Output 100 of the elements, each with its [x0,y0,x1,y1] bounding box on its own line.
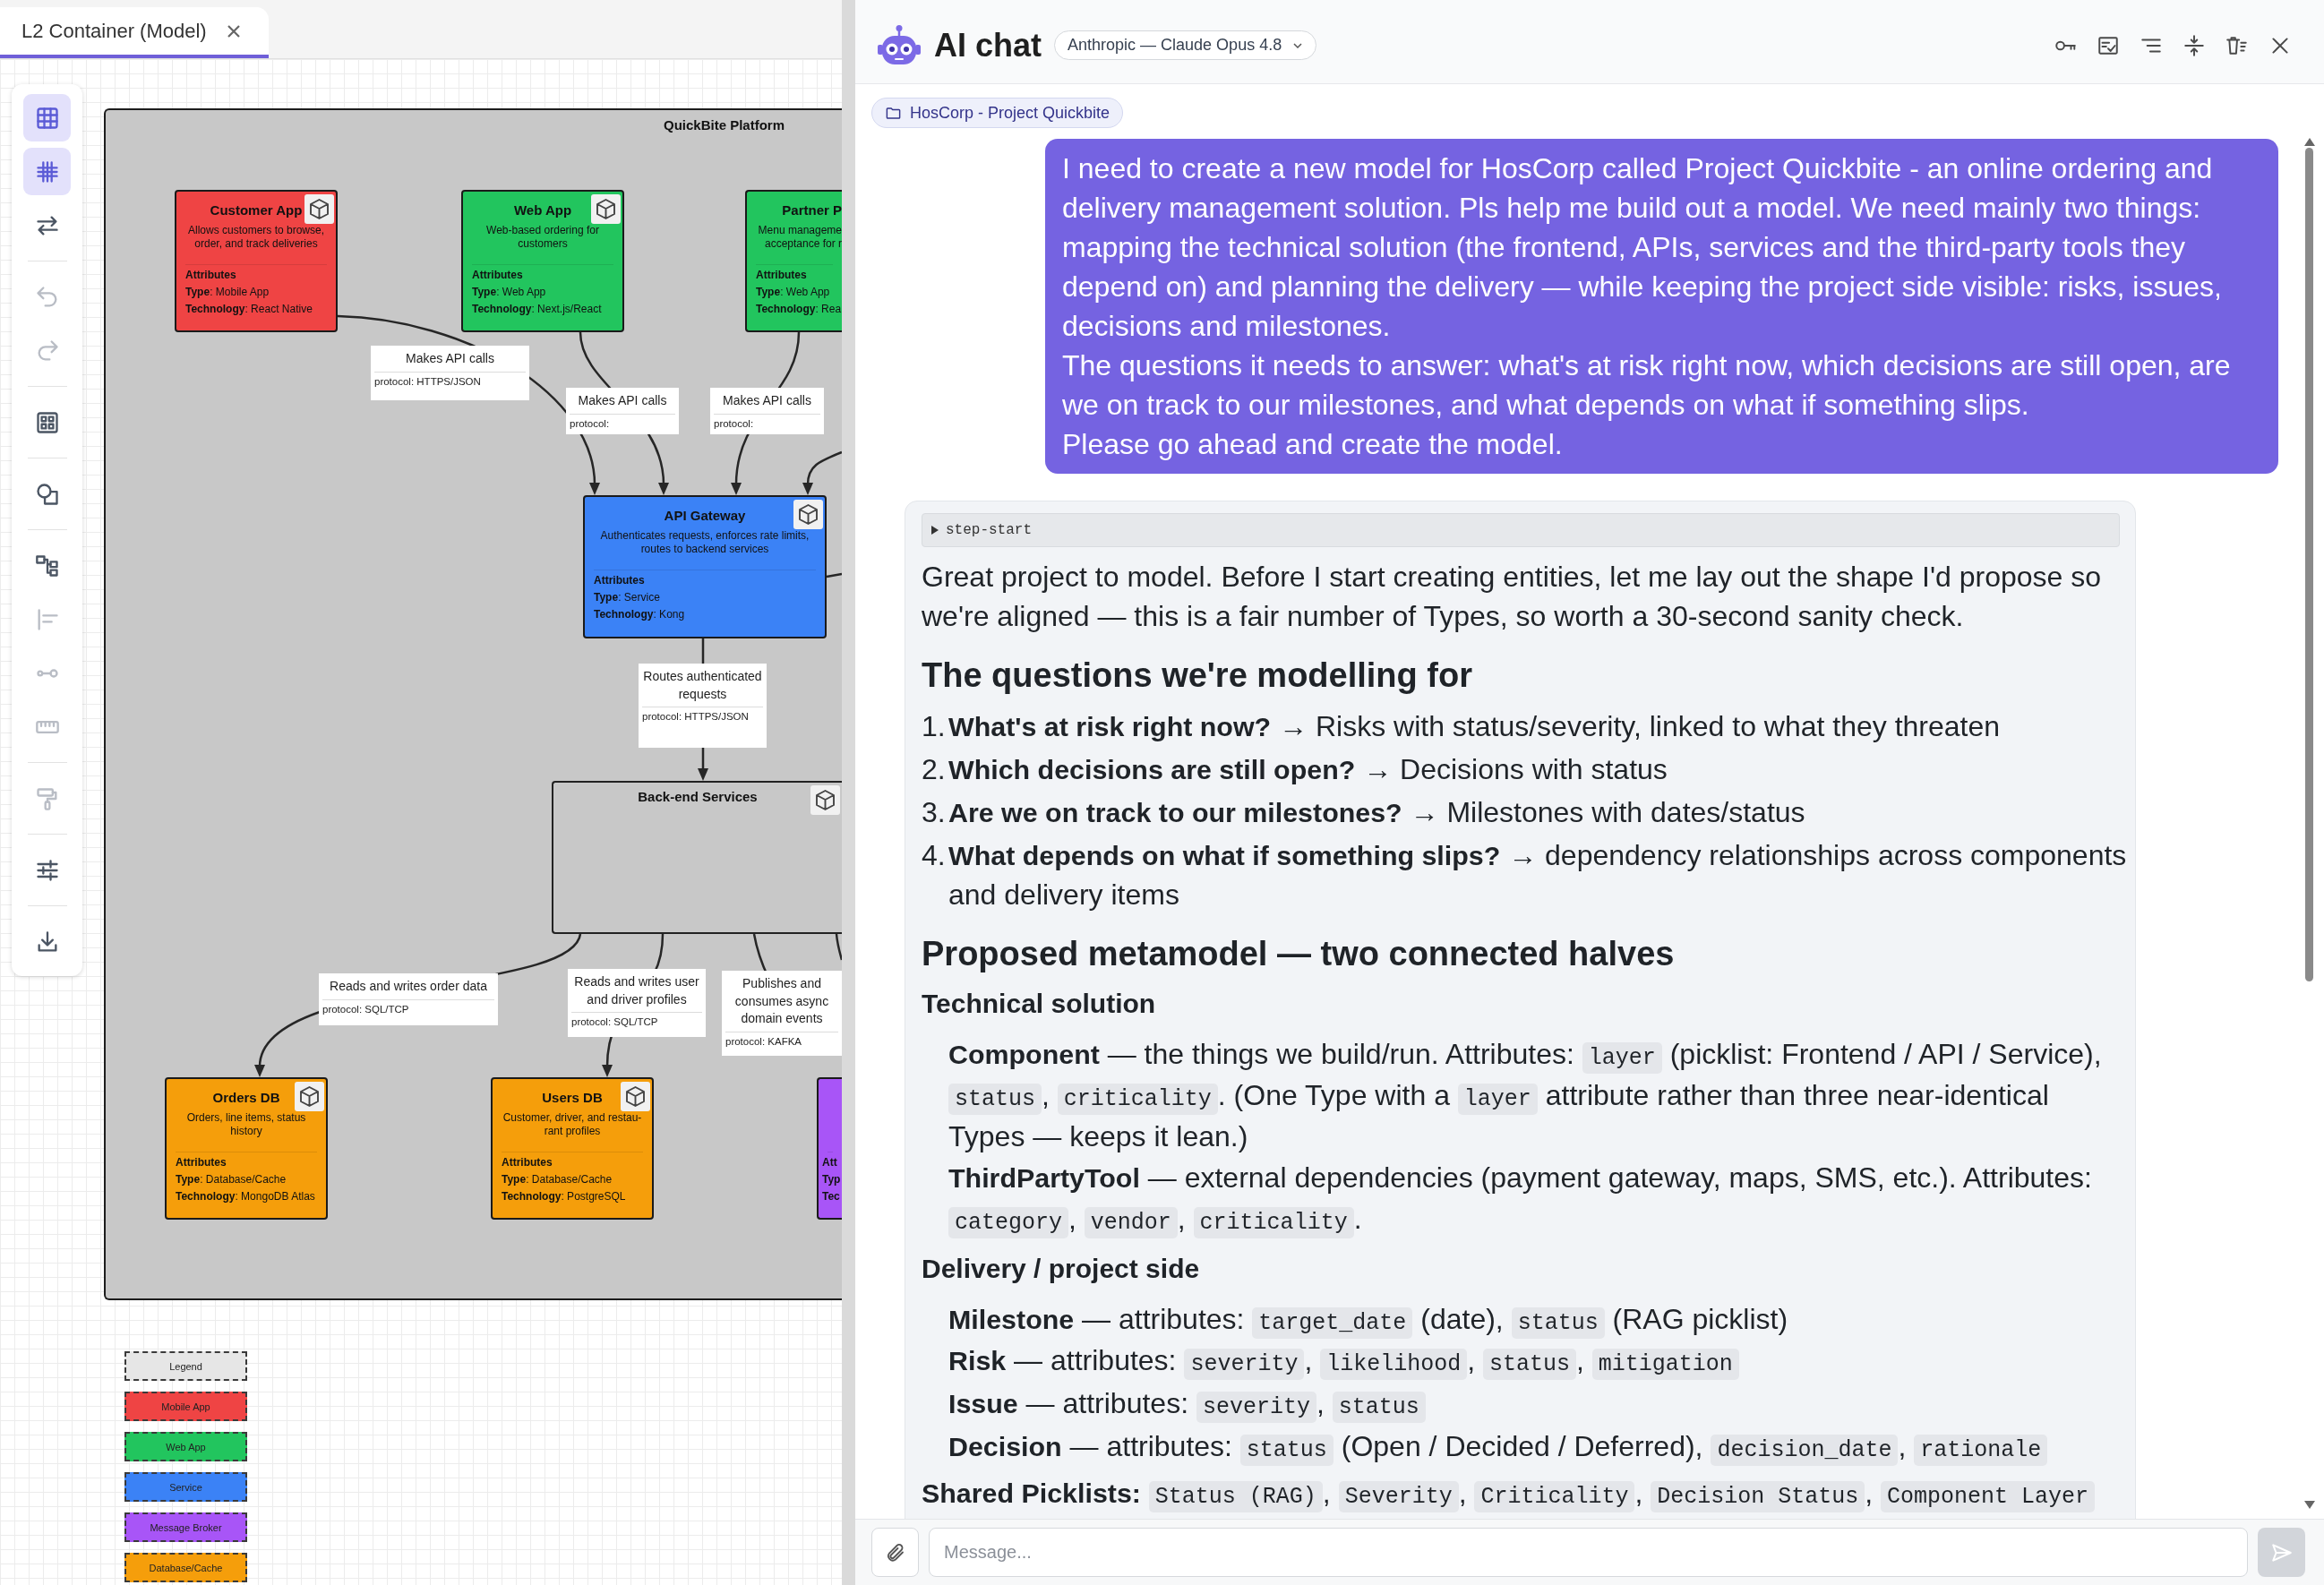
legend-item: Message Broker [124,1512,247,1542]
section-heading: Proposed metamodel — two connected halves [922,934,1676,974]
list-item-text: Which decisions are still open? → Decisions with status [948,752,1668,787]
cube-icon [793,500,823,529]
edge-label-text: Makes API calls [406,350,494,367]
node-title: Users DB [542,1089,603,1107]
node-description: Menu manageme acceptance for r [758,224,842,251]
subsection-heading: Delivery / project side [922,1253,1201,1285]
node-title: Partner P [782,201,842,219]
attribute-text: Type: Database/Cache [176,1172,287,1187]
node-description: Web-based ordering for customers [485,224,600,251]
list-item-text: What's at risk right now? → Risks with status/severity, linked to what they threaten [948,709,2001,744]
node-description: Allows customers to browse, order, and track deliveries [186,224,326,251]
table-grid-icon[interactable] [34,105,60,131]
toolbar-button[interactable] [23,94,71,141]
node-title: API Gateway [664,507,746,525]
node-title: Web App [513,201,572,219]
section-heading: The questions we're modelling for [922,655,1473,696]
layout-grid-icon[interactable] [34,409,60,435]
cube-icon [304,194,334,224]
grid-lines-icon[interactable] [34,158,60,184]
attribute-text: Technology: Kong [594,607,685,622]
cube-icon [295,1082,324,1111]
attribute-text: Type: Database/Cache [502,1172,613,1187]
attribute-text: Technology: PostgreSQL [502,1189,626,1204]
group-title: Back-end Services [638,788,758,806]
node-description: Orders, line items, status history [185,1111,307,1138]
list-number: 2. [922,752,947,787]
edge-protocol-text: protocol: [570,416,610,431]
legend-item: Service [124,1472,247,1502]
close-icon[interactable] [226,23,241,39]
attribute-text: Technology: React Native [185,302,313,317]
toolbar-button[interactable] [23,148,71,195]
message-paragraph: Great project to model. Before I start creating entities, let me lay out the shape I'd propose so we're aligned — this is a fair number of Types, so worth a 30-second sanity check. [922,560,2103,634]
scroll-up-icon[interactable] [2304,138,2315,146]
attribute-text: Type: Mobile App [185,285,270,300]
attribute-text: Type: Web App [756,285,830,300]
cube-icon [810,785,840,815]
attach-button[interactable] [871,1528,919,1577]
hierarchy-icon[interactable] [34,553,60,578]
edge-label-text: Reads and writes user and driver profiles [573,973,700,1008]
scrollbar-thumb[interactable] [2305,148,2313,981]
edge-protocol-text: protocol: SQL/TCP [322,1002,409,1016]
legend-title: Legend [124,1351,247,1381]
list-number: 4. [922,838,947,873]
edge-label-text: Reads and writes order data [330,978,487,995]
cube-icon [591,194,621,224]
attribute-text: Tec [822,1189,840,1204]
edge-label-text: Publishes and consumes async domain events [733,975,830,1027]
edge-label-text: Makes API calls [578,392,667,409]
attributes-heading: Attributes [185,268,236,283]
attribute-text: Technology: MongoDB Atlas [176,1189,315,1204]
editor-tab[interactable]: L2 Container (Model) [0,7,269,58]
edge-protocol-text: protocol: [714,416,754,431]
chat-title: AI chat [934,26,1042,64]
definition-text: Component — the things we build/run. Attributes: layer (picklist: Frontend / API / Service), status , criticality . (One Type with a layer attribute rather than three near-identical Types — keeps it lean.) [948,1037,2103,1154]
attributes-heading: Attributes [176,1155,227,1170]
definition-text: Risk — attributes: severity , likelihood , status , mitigation [948,1340,2128,1381]
attributes-heading: Attributes [472,268,523,283]
definition-text: Issue — attributes: severity , status [948,1383,2128,1424]
message-input[interactable]: Message... [929,1528,2248,1577]
definition-text: ThirdPartyTool — external dependencies (payment gateway, maps, SMS, etc.). Attributes: category , vendor , criticality . [948,1157,2128,1239]
node-description: Authenticates requests, enforces rate limits, routes to backend services [599,529,810,556]
message-paragraph: Shared Picklists: Status (RAG) , Severity , Criticality , Decision Status , Component Layer [922,1473,2128,1512]
scroll-down-icon[interactable] [2304,1501,2315,1509]
node-title: Customer App [210,201,303,219]
robot-icon [877,23,922,67]
list-item-text: What depends on what if something slips? → dependency relationships across components and delivery items [948,838,2128,912]
edge-label-text: Makes API calls [723,392,811,409]
subsection-heading: Technical solution [922,988,1157,1020]
project-chip[interactable]: HosCorp - Project Quickbite [871,98,1124,128]
cube-icon [621,1082,650,1111]
step-toggle[interactable]: step-start [922,513,2120,547]
sliders-icon[interactable] [34,857,60,883]
attribute-text: Type: Web App [472,285,546,300]
frame-title: QuickBite Platform [664,116,785,134]
definition-text: Decision — attributes: status (Open / Decided / Deferred), decision_date , rationale [948,1426,2128,1467]
collapse-vertical-icon[interactable] [2183,33,2206,57]
list-item-text: Are we on track to our milestones? → Milestones with dates/status [948,795,1805,830]
legend-item: Mobile App [124,1392,247,1421]
list-number: 3. [922,795,947,830]
attribute-text: Type: Service [594,590,660,605]
edge-label-text: Routes authenticated requests [642,668,763,703]
attributes-heading: Attributes [502,1155,553,1170]
edge-protocol-text: protocol: HTTPS/JSON [642,710,749,724]
node-description: Customer, driver, and restau- rant profiles [502,1111,642,1138]
node-title: Orders DB [212,1089,280,1107]
edge-protocol-text: protocol: HTTPS/JSON [374,374,481,389]
attributes-heading: Attributes [594,573,645,588]
shapes-icon[interactable] [34,481,60,507]
definition-text: Milestone — attributes: target_date (date), status (RAG picklist) [948,1298,2128,1340]
attributes-heading: Attributes [756,268,807,283]
user-message: I need to create a new model for HosCorp called Project Quickbite - an online ordering and delivery management solution. Pls help me build out a model. We need mainly two things: mapping the technical solution (the frontend, APIs, services and the third-party tools they depend on) and planning the delivery — while keeping the project side visible: risks, issues, decisions and milestones. The questions it needs to answer: what's at risk right now, which decisions are still open, are we on track to our milestones, and what depends on what if something slips. Please go ahead and create the model. [1045,139,2278,474]
list-number: 1. [922,709,947,744]
attributes-heading: Att [822,1155,837,1170]
legend-item: Database/Cache [124,1553,247,1582]
model-dropdown[interactable]: Anthropic — Claude Opus 4.8 [1054,30,1317,60]
legend-item: Web App [124,1432,247,1461]
edge-protocol-text: protocol: KAFKA [725,1034,802,1049]
attribute-text: Technology: Next.js/React [472,302,602,317]
